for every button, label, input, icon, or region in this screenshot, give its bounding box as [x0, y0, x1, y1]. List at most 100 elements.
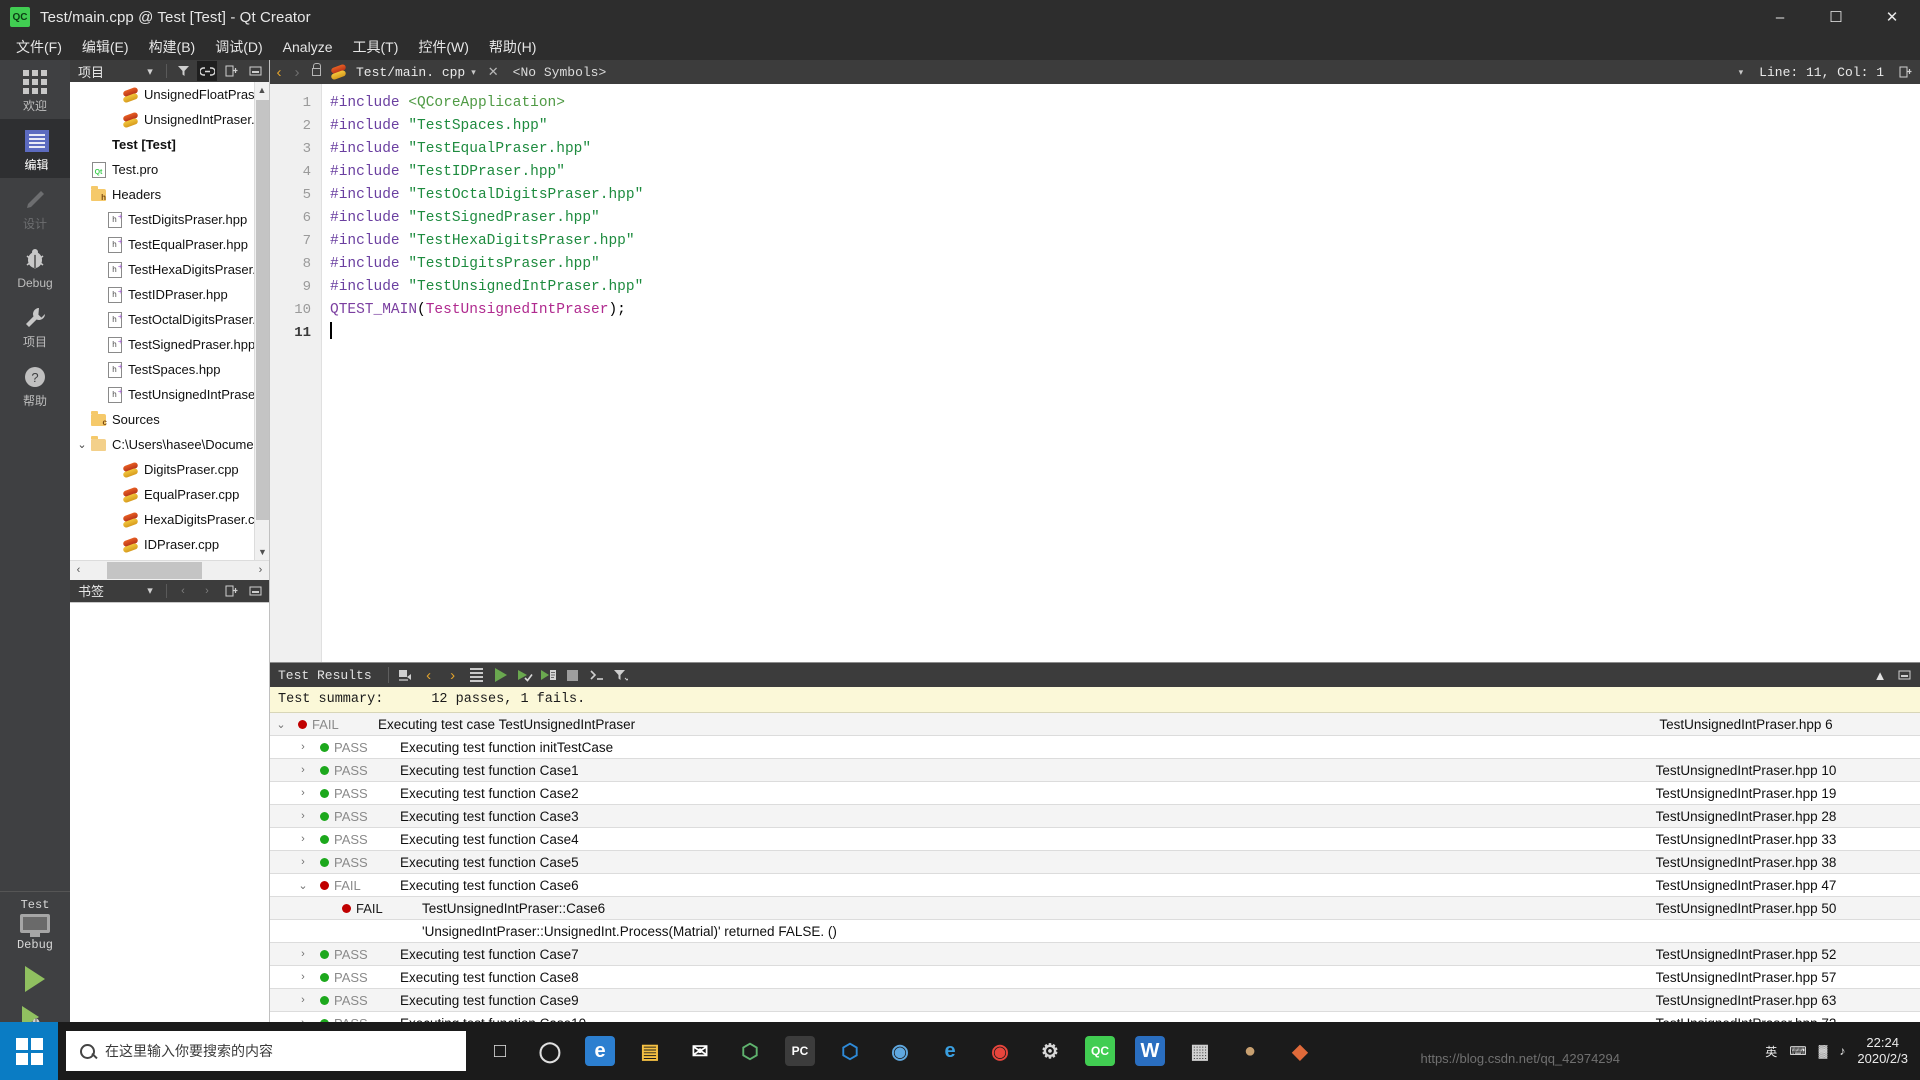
mode-help[interactable]: ? 帮助 — [0, 355, 70, 414]
test-result-row[interactable]: › PASS Executing test function Case9 TestUn… — [270, 989, 1920, 1012]
result-twisty[interactable]: › — [292, 764, 314, 776]
bookmarks-split-icon[interactable] — [221, 581, 241, 601]
next-result-button[interactable]: › — [441, 664, 465, 686]
stop-icon[interactable] — [561, 664, 585, 686]
test-result-row[interactable]: › PASS Executing test function Case7 TestUn… — [270, 943, 1920, 966]
code-editor[interactable]: 1 2 3 4 5 6 7 8 9 10 11 #include <QCoreApplication… — [270, 84, 1920, 662]
play-check-icon[interactable] — [513, 664, 537, 686]
test-result-row[interactable]: › PASS Executing test function Case1 TestUn… — [270, 759, 1920, 782]
taskbar-search-input[interactable]: 在这里输入你要搜索的内容 — [66, 1031, 466, 1071]
tree-item[interactable]: h TestSpaces.hpp — [70, 357, 269, 382]
hscroll-left-icon[interactable]: ‹ — [70, 564, 87, 576]
mode-edit[interactable]: 编辑 — [0, 119, 70, 178]
play-file-icon[interactable] — [537, 664, 561, 686]
project-tree-hscrollbar[interactable]: ‹ › — [70, 559, 269, 580]
misc-app-icon[interactable]: ◆ — [1276, 1022, 1324, 1080]
play-icon[interactable] — [489, 664, 513, 686]
result-twisty[interactable]: › — [292, 833, 314, 845]
scroll-up-icon[interactable]: ▲ — [255, 82, 269, 98]
split-editor-icon[interactable] — [1894, 61, 1916, 83]
tree-item[interactable]: DigitsPraser.cpp — [70, 457, 269, 482]
result-twisty[interactable]: › — [292, 810, 314, 822]
tree-item[interactable]: Test.pro — [70, 157, 269, 182]
result-twisty[interactable]: › — [292, 856, 314, 868]
user-app-icon[interactable]: ● — [1226, 1022, 1274, 1080]
minimize-button[interactable]: – — [1752, 0, 1808, 34]
keyboard-icon[interactable]: ⌨ — [1789, 1044, 1806, 1058]
run-tests-icon[interactable] — [393, 664, 417, 686]
split-icon[interactable] — [221, 61, 241, 81]
scroll-thumb[interactable] — [256, 100, 269, 520]
kit-selector[interactable]: Test Debug — [0, 891, 70, 952]
tree-item[interactable]: Test [Test] — [70, 132, 269, 157]
tree-item[interactable]: h TestSignedPraser.hpp — [70, 332, 269, 357]
tree-item[interactable]: Sources — [70, 407, 269, 432]
test-result-row[interactable]: › PASS Executing test function Case3 TestUn… — [270, 805, 1920, 828]
prev-result-button[interactable]: ‹ — [417, 664, 441, 686]
pane-maximize-button[interactable]: ▲ — [1868, 664, 1892, 686]
menu-build[interactable]: 构建(B) — [139, 34, 206, 60]
result-twisty[interactable]: ⌄ — [292, 879, 314, 892]
test-result-row[interactable]: › PASS Executing test function Case4 TestUn… — [270, 828, 1920, 851]
maximize-button[interactable]: ☐ — [1808, 0, 1864, 34]
result-twisty[interactable]: › — [292, 994, 314, 1006]
hscroll-right-icon[interactable]: › — [252, 564, 269, 576]
bookmarks-chevron-left-icon[interactable]: ‹ — [173, 581, 193, 601]
edge-legacy-icon[interactable]: e — [576, 1022, 624, 1080]
chrome-icon[interactable]: ◉ — [976, 1022, 1024, 1080]
minimize-icon[interactable] — [245, 61, 265, 81]
network-icon[interactable]: ▓ — [1819, 1044, 1828, 1058]
test-result-row[interactable]: ⌄ FAIL Executing test case TestUnsignedInt… — [270, 713, 1920, 736]
symbol-selector[interactable]: <No Symbols> — [505, 65, 607, 80]
ime-indicator[interactable]: 英 — [1765, 1043, 1777, 1060]
menu-debug[interactable]: 调试(D) — [205, 34, 272, 60]
close-document-button[interactable]: ✕ — [482, 64, 505, 80]
test-result-row[interactable]: › PASS Executing test function Case2 TestUn… — [270, 782, 1920, 805]
link-icon[interactable] — [197, 61, 217, 81]
menu-window[interactable]: 控件(W) — [408, 34, 479, 60]
volume-icon[interactable]: ♪ — [1839, 1044, 1845, 1058]
settings-icon[interactable]: ⚙ — [1026, 1022, 1074, 1080]
mode-projects[interactable]: 项目 — [0, 296, 70, 355]
file-explorer-icon[interactable]: ▤ — [626, 1022, 674, 1080]
menu-tools[interactable]: 工具(T) — [342, 34, 408, 60]
tree-item[interactable]: UnsignedIntPraser.cpp — [70, 107, 269, 132]
menu-help[interactable]: 帮助(H) — [479, 34, 546, 60]
bookmarks-list[interactable] — [70, 601, 269, 1080]
scroll-down-icon[interactable]: ▼ — [255, 544, 269, 560]
symbol-dropdown-icon[interactable]: ▾ — [1733, 67, 1750, 78]
close-button[interactable]: ✕ — [1864, 0, 1920, 34]
taskbar-clock[interactable]: 22:24 2020/2/3 — [1857, 1035, 1908, 1067]
test-result-row[interactable]: › PASS Executing test function Case8 TestUn… — [270, 966, 1920, 989]
project-tree[interactable]: ▲ ▼ UnsignedFloatPraser.cp UnsignedIntPra… — [70, 82, 269, 560]
chevron-down-icon[interactable]: ▾ — [140, 61, 160, 81]
menu-edit[interactable]: 编辑(E) — [72, 34, 139, 60]
task-view-icon[interactable]: □ — [476, 1022, 524, 1080]
list-icon[interactable] — [465, 664, 489, 686]
code-text[interactable]: #include <QCoreApplication> #include "Tes… — [322, 84, 1920, 662]
test-result-row[interactable]: FAIL TestUnsignedIntPraser::Case6 TestUnsi… — [270, 897, 1920, 920]
menu-file[interactable]: 文件(F) — [6, 34, 72, 60]
test-result-row[interactable]: › PASS Executing test function Case5 TestUn… — [270, 851, 1920, 874]
tree-item[interactable]: UnsignedFloatPraser.cp — [70, 82, 269, 107]
tree-item[interactable]: h TestHexaDigitsPraser.hp — [70, 257, 269, 282]
test-result-row[interactable]: ⌄ FAIL Executing test function Case6 TestUn… — [270, 874, 1920, 897]
open-document-name[interactable]: Test/main. cpp — [352, 65, 465, 80]
run-button[interactable] — [25, 966, 45, 992]
nav-back-button[interactable]: ‹ — [270, 64, 288, 81]
tree-item[interactable]: IDPraser.cpp — [70, 532, 269, 557]
mode-design[interactable]: 设计 — [0, 178, 70, 237]
unlocked-icon[interactable] — [306, 63, 326, 76]
start-button[interactable] — [0, 1022, 58, 1080]
calculator-icon[interactable]: ▦ — [1176, 1022, 1224, 1080]
vscode-icon[interactable]: ⬡ — [826, 1022, 874, 1080]
mode-welcome[interactable]: 欢迎 — [0, 60, 70, 119]
tree-item[interactable]: h TestDigitsPraser.hpp — [70, 207, 269, 232]
funnel-filter-icon[interactable] — [609, 664, 633, 686]
nav-forward-button[interactable]: › — [288, 64, 306, 81]
tree-item[interactable]: HexaDigitsPraser.cpp — [70, 507, 269, 532]
tree-item[interactable]: Headers — [70, 182, 269, 207]
test-result-row[interactable]: 'UnsignedIntPraser::UnsignedInt.Process(… — [270, 920, 1920, 943]
vscode-insiders-icon[interactable]: ⬡ — [726, 1022, 774, 1080]
tree-item[interactable]: EqualPraser.cpp — [70, 482, 269, 507]
